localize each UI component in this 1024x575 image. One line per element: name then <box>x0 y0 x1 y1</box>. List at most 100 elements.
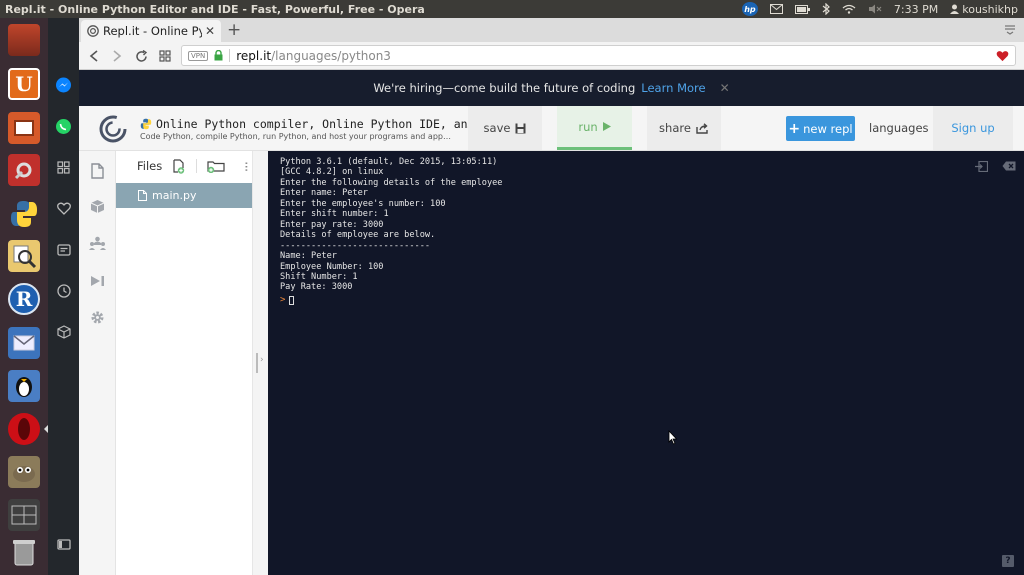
whatsapp-icon[interactable] <box>54 117 73 136</box>
sidebar-toggle-icon[interactable] <box>54 535 73 554</box>
tab-replit[interactable]: Repl.it - Online Pytho ✕ <box>81 20 221 42</box>
workspace-switcher-icon <box>8 499 40 531</box>
user-icon <box>950 4 960 14</box>
speed-dial-button[interactable] <box>156 47 174 65</box>
panel-splitter[interactable]: › <box>252 151 268 575</box>
extensions-cube-icon[interactable] <box>54 322 73 341</box>
launcher-r-lang[interactable]: R <box>4 279 44 319</box>
user-menu[interactable]: koushikhp <box>950 3 1018 16</box>
bookmarks-heart-icon[interactable] <box>54 199 73 218</box>
clear-console-icon[interactable] <box>1002 161 1016 171</box>
launcher-search-tool[interactable] <box>4 236 44 276</box>
wifi-icon[interactable] <box>842 4 856 14</box>
console-tools <box>975 161 1016 172</box>
console-line: Enter pay rate: 3000 <box>280 219 384 230</box>
workspace-side-nav <box>79 151 116 575</box>
bookmark-heart-icon[interactable] <box>996 50 1009 62</box>
share-button[interactable]: share <box>647 106 721 150</box>
text-cursor <box>289 295 295 305</box>
forward-button[interactable] <box>108 47 126 65</box>
files-title: Files <box>137 159 163 173</box>
back-button[interactable] <box>85 47 103 65</box>
files-header: Files ··· <box>116 151 253 181</box>
console-prompt[interactable]: > <box>280 295 295 305</box>
launcher-gimp[interactable] <box>4 452 44 492</box>
launcher-trash[interactable] <box>4 532 44 572</box>
run-button[interactable]: run <box>557 106 632 150</box>
save-button[interactable]: save <box>468 106 542 150</box>
file-name: main.py <box>152 189 197 202</box>
launcher-mail[interactable] <box>4 323 44 363</box>
launcher-files-app[interactable] <box>4 20 44 60</box>
launcher-penguin[interactable] <box>4 366 44 406</box>
page-subtitle: Code Python, compile Python, run Python,… <box>140 132 451 141</box>
floppy-disk-icon <box>515 123 526 133</box>
news-icon[interactable] <box>54 240 73 259</box>
signup-button[interactable]: Sign up <box>933 106 1013 150</box>
add-folder-icon[interactable] <box>207 159 225 173</box>
launcher-python[interactable] <box>4 194 44 234</box>
new-repl-button[interactable]: + new repl <box>786 116 855 141</box>
launcher-impress[interactable] <box>4 108 44 148</box>
lock-icon[interactable] <box>214 50 223 61</box>
launcher-system-settings[interactable] <box>4 150 44 190</box>
banner-text: We're hiring—come build the future of co… <box>373 81 636 95</box>
hp-icon[interactable]: hp <box>741 2 758 16</box>
launcher-opera[interactable] <box>4 409 48 449</box>
bluetooth-icon[interactable] <box>822 3 830 15</box>
tab-close-icon[interactable]: ✕ <box>205 24 215 38</box>
new-tab-button[interactable]: + <box>227 20 241 40</box>
vpn-badge[interactable]: VPN <box>188 50 209 61</box>
tab-menu-icon[interactable] <box>1004 23 1016 35</box>
python-icon <box>8 198 40 230</box>
files-more-menu-icon[interactable]: ··· <box>237 161 253 171</box>
launcher-ubuntu-software[interactable]: U <box>4 64 44 104</box>
packages-nav-icon[interactable] <box>89 198 106 215</box>
multiplayer-nav-icon[interactable] <box>89 235 106 252</box>
languages-link[interactable]: languages <box>869 121 929 135</box>
forward-icon <box>113 50 122 62</box>
console-line: [GCC 4.8.2] on linux <box>280 167 384 178</box>
learn-more-link[interactable]: Learn More <box>641 81 705 95</box>
file-tree-panel: Files ··· main.py <box>116 151 253 575</box>
launcher-workspace-switcher[interactable] <box>4 495 44 535</box>
impress-icon <box>8 112 40 144</box>
replit-favicon-icon <box>87 25 99 37</box>
play-icon <box>602 122 611 131</box>
system-top-bar: Repl.it - Online Python Editor and IDE -… <box>0 0 1024 18</box>
files-app-icon <box>8 24 40 56</box>
add-file-icon[interactable] <box>172 158 186 174</box>
console-fullscreen-icon[interactable] <box>975 161 988 172</box>
console-line: Pay Rate: 3000 <box>280 282 353 293</box>
splitter-grip[interactable] <box>256 353 258 373</box>
replit-logo-icon[interactable] <box>99 115 127 143</box>
debugger-nav-icon[interactable] <box>89 272 106 289</box>
mail-icon[interactable] <box>769 4 783 14</box>
system-tray: hp 7:33 PM koushikhp <box>741 2 1024 16</box>
r-lang-letter: R <box>15 287 33 311</box>
messenger-icon[interactable] <box>54 76 73 95</box>
console-output[interactable]: Python 3.6.1 (default, Dec 2015, 13:05:1… <box>268 151 1024 575</box>
console-line: Shift Number: 1 <box>280 271 358 282</box>
reload-button[interactable] <box>132 47 150 65</box>
help-button[interactable]: ? <box>1002 555 1014 567</box>
file-item-main-py[interactable]: main.py <box>116 183 252 208</box>
clock[interactable]: 7:33 PM <box>894 3 938 16</box>
page-title: Online Python compiler, Online Python ID… <box>156 117 475 131</box>
history-clock-icon[interactable] <box>54 281 73 300</box>
banner-close-icon[interactable]: ✕ <box>720 81 730 95</box>
url-host: repl.it <box>236 48 272 63</box>
files-nav-icon[interactable] <box>89 162 106 179</box>
console-text: Python 3.6.1 (default, Dec 2015, 13:05:1… <box>280 157 502 293</box>
url-field[interactable]: VPN repl.it/languages/python3 <box>181 45 1016 66</box>
console-line: Employee Number: 100 <box>280 261 384 272</box>
volume-muted-icon[interactable] <box>868 4 882 14</box>
speed-dial-icon[interactable] <box>54 158 73 177</box>
opera-icon <box>8 413 40 445</box>
r-lang-icon: R <box>8 283 40 315</box>
save-label: save <box>483 121 511 135</box>
page-title-row: Online Python compiler, Online Python ID… <box>140 117 475 131</box>
chevron-right-icon[interactable]: › <box>260 355 264 365</box>
settings-gear-icon[interactable] <box>89 309 106 326</box>
battery-icon[interactable] <box>794 4 810 14</box>
